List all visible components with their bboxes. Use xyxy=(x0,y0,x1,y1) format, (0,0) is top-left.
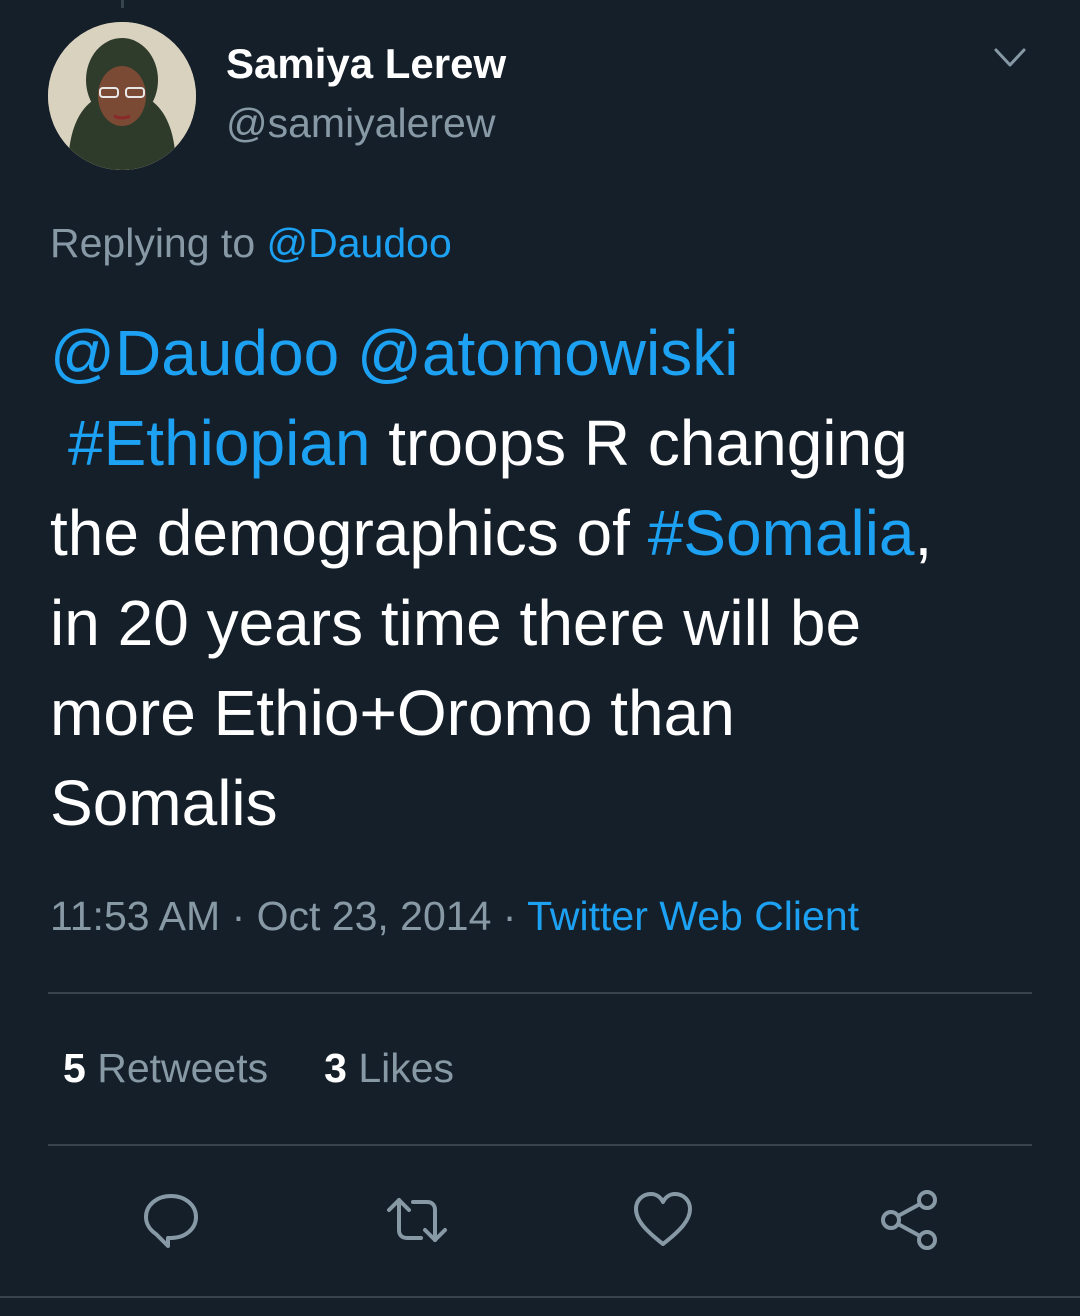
retweets-label: Retweets xyxy=(85,1045,269,1091)
divider xyxy=(48,1144,1032,1146)
tweet-text-line-1: @Daudoo @atomowiski xyxy=(50,308,1040,398)
tweet-text-line-4: in 20 years time there will be xyxy=(50,587,862,659)
author-handle[interactable]: @samiyalerew xyxy=(226,100,495,147)
tweet-text-line-6: Somalis xyxy=(50,767,278,839)
share-icon[interactable] xyxy=(877,1188,941,1252)
tweet-text-fragment: , xyxy=(914,497,933,569)
tweet-text-line-5: more Ethio+Oromo than xyxy=(50,677,735,749)
reply-context-handle-link[interactable]: @Daudoo xyxy=(267,220,452,266)
tweet-stats: 5 Retweets 3 Likes xyxy=(63,1045,454,1092)
reply-icon[interactable] xyxy=(139,1188,203,1252)
retweets-stat[interactable]: 5 Retweets xyxy=(63,1045,268,1091)
tweet-text-space xyxy=(339,317,357,389)
divider xyxy=(48,992,1032,994)
mention-link[interactable]: @Daudoo xyxy=(50,317,339,389)
tweet-time: 11:53 AM xyxy=(50,893,221,939)
tweet-text-fragment: troops R changing xyxy=(370,407,908,479)
thread-connector xyxy=(121,0,124,8)
likes-stat[interactable]: 3 Likes xyxy=(324,1045,454,1091)
hashtag-link[interactable]: #Somalia xyxy=(648,497,915,569)
tweet-text-line-2: #Ethiopian troops R changing xyxy=(50,398,1040,488)
heart-icon[interactable] xyxy=(631,1188,695,1252)
avatar[interactable] xyxy=(48,22,196,170)
likes-count: 3 xyxy=(324,1045,347,1091)
meta-separator: · xyxy=(220,893,257,939)
hashtag-link[interactable]: #Ethiopian xyxy=(68,407,370,479)
likes-label: Likes xyxy=(346,1045,455,1091)
tweet-text: @Daudoo @atomowiski #Ethiopian troops R … xyxy=(50,308,1040,848)
tweet-date: Oct 23, 2014 xyxy=(256,893,492,939)
mention-link[interactable]: @atomowiski xyxy=(357,317,739,389)
meta-separator: · xyxy=(491,893,528,939)
tweet-text-fragment: the demographics of xyxy=(50,497,648,569)
retweet-icon[interactable] xyxy=(385,1188,449,1252)
tweet-source-link[interactable]: Twitter Web Client xyxy=(527,893,859,939)
avatar-image xyxy=(48,22,196,170)
chevron-down-icon[interactable] xyxy=(990,40,1030,76)
reply-context: Replying to @Daudoo xyxy=(50,220,452,267)
reply-context-label: Replying to xyxy=(50,220,267,266)
divider xyxy=(0,1296,1080,1298)
tweet-metadata: 11:53 AM · Oct 23, 2014 · Twitter Web Cl… xyxy=(50,893,859,940)
author-display-name[interactable]: Samiya Lerew xyxy=(226,40,506,88)
retweets-count: 5 xyxy=(63,1045,86,1091)
tweet-text-line-3: the demographics of #Somalia, xyxy=(50,488,1040,578)
